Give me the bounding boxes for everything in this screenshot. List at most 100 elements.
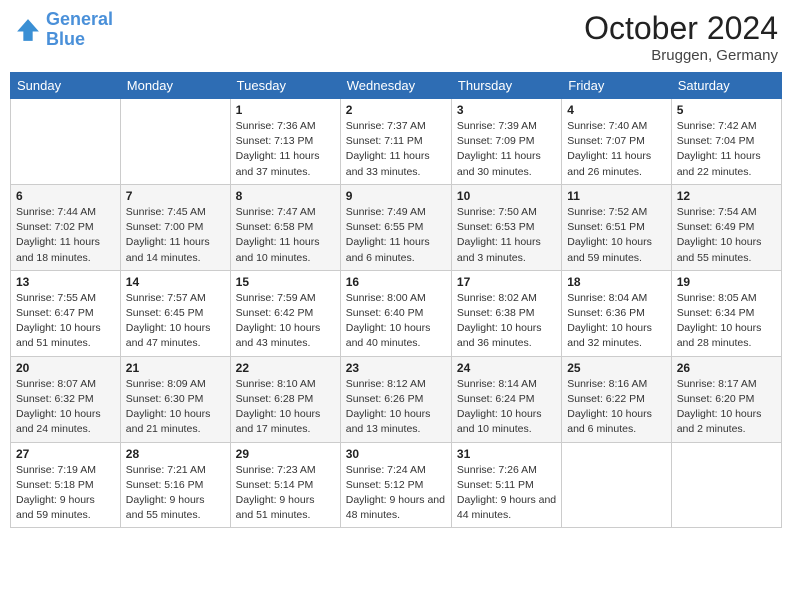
- day-number: 5: [677, 103, 776, 117]
- calendar-day-4: 4Sunrise: 7:40 AM Sunset: 7:07 PM Daylig…: [562, 99, 671, 185]
- day-number: 8: [236, 189, 335, 203]
- day-header-thursday: Thursday: [451, 73, 561, 99]
- day-info: Sunrise: 7:42 AM Sunset: 7:04 PM Dayligh…: [677, 119, 776, 180]
- calendar-day-30: 30Sunrise: 7:24 AM Sunset: 5:12 PM Dayli…: [340, 442, 451, 528]
- day-info: Sunrise: 8:07 AM Sunset: 6:32 PM Dayligh…: [16, 377, 115, 438]
- day-info: Sunrise: 8:14 AM Sunset: 6:24 PM Dayligh…: [457, 377, 556, 438]
- calendar-day-10: 10 Sunrise: 7:50 AM Sunset: 6:53 PM Dayli…: [451, 184, 561, 270]
- day-info: Sunrise: 7:45 AM Sunset: 7:00 PM Dayligh…: [126, 205, 225, 266]
- calendar-day-15: 15 Sunrise: 7:59 AM Sunset: 6:42 PM Dayli…: [230, 270, 340, 356]
- day-info: Sunrise: 7:37 AM Sunset: 7:11 PM Dayligh…: [346, 119, 446, 180]
- day-number: 20: [16, 361, 115, 375]
- page-header: General Blue October 2024 Bruggen, Germa…: [10, 10, 782, 64]
- day-number: 11: [567, 189, 665, 203]
- calendar-day-17: 17 Sunrise: 8:02 AM Sunset: 6:38 PM Dayli…: [451, 270, 561, 356]
- day-number: 14: [126, 275, 225, 289]
- calendar-day-24: 24 Sunrise: 8:14 AM Sunset: 6:24 PM Dayli…: [451, 356, 561, 442]
- day-number: 24: [457, 361, 556, 375]
- day-number: 28: [126, 447, 225, 461]
- empty-cell: [671, 442, 781, 528]
- calendar-week-3: 13 Sunrise: 7:55 AM Sunset: 6:47 PM Dayli…: [11, 270, 782, 356]
- day-number: 10: [457, 189, 556, 203]
- calendar-day-7: 7 Sunrise: 7:45 AM Sunset: 7:00 PM Daylig…: [120, 184, 230, 270]
- day-info: Sunrise: 7:21 AM Sunset: 5:16 PM Dayligh…: [126, 463, 225, 524]
- calendar-day-14: 14 Sunrise: 7:57 AM Sunset: 6:45 PM Dayli…: [120, 270, 230, 356]
- day-number: 19: [677, 275, 776, 289]
- calendar-day-12: 12Sunrise: 7:54 AM Sunset: 6:49 PM Dayli…: [671, 184, 781, 270]
- day-number: 3: [457, 103, 556, 117]
- calendar-day-8: 8 Sunrise: 7:47 AM Sunset: 6:58 PM Daylig…: [230, 184, 340, 270]
- calendar-day-6: 6Sunrise: 7:44 AM Sunset: 7:02 PM Daylig…: [11, 184, 121, 270]
- calendar-week-5: 27 Sunrise: 7:19 AM Sunset: 5:18 PM Dayli…: [11, 442, 782, 528]
- day-header-sunday: Sunday: [11, 73, 121, 99]
- day-number: 29: [236, 447, 335, 461]
- calendar-day-25: 25Sunrise: 8:16 AM Sunset: 6:22 PM Dayli…: [562, 356, 671, 442]
- logo-text: General Blue: [46, 10, 113, 50]
- month-title: October 2024 Bruggen, Germany: [584, 10, 778, 64]
- logo-icon: [14, 16, 42, 44]
- calendar-week-2: 6Sunrise: 7:44 AM Sunset: 7:02 PM Daylig…: [11, 184, 782, 270]
- calendar-week-4: 20 Sunrise: 8:07 AM Sunset: 6:32 PM Dayli…: [11, 356, 782, 442]
- day-number: 25: [567, 361, 665, 375]
- day-info: Sunrise: 7:19 AM Sunset: 5:18 PM Dayligh…: [16, 463, 115, 524]
- calendar-day-1: 1 Sunrise: 7:36 AM Sunset: 7:13 PM Daylig…: [230, 99, 340, 185]
- calendar-day-22: 22Sunrise: 8:10 AM Sunset: 6:28 PM Dayli…: [230, 356, 340, 442]
- day-number: 13: [16, 275, 115, 289]
- calendar-day-9: 9 Sunrise: 7:49 AM Sunset: 6:55 PM Daylig…: [340, 184, 451, 270]
- day-number: 17: [457, 275, 556, 289]
- day-number: 30: [346, 447, 446, 461]
- calendar-day-21: 21Sunrise: 8:09 AM Sunset: 6:30 PM Dayli…: [120, 356, 230, 442]
- day-number: 18: [567, 275, 665, 289]
- day-header-friday: Friday: [562, 73, 671, 99]
- calendar-day-3: 3 Sunrise: 7:39 AM Sunset: 7:09 PM Daylig…: [451, 99, 561, 185]
- calendar-day-23: 23Sunrise: 8:12 AM Sunset: 6:26 PM Dayli…: [340, 356, 451, 442]
- day-info: Sunrise: 7:47 AM Sunset: 6:58 PM Dayligh…: [236, 205, 335, 266]
- day-info: Sunrise: 8:17 AM Sunset: 6:20 PM Dayligh…: [677, 377, 776, 438]
- day-header-monday: Monday: [120, 73, 230, 99]
- day-number: 1: [236, 103, 335, 117]
- calendar-week-1: 1 Sunrise: 7:36 AM Sunset: 7:13 PM Daylig…: [11, 99, 782, 185]
- day-info: Sunrise: 8:05 AM Sunset: 6:34 PM Dayligh…: [677, 291, 776, 352]
- day-number: 27: [16, 447, 115, 461]
- day-number: 15: [236, 275, 335, 289]
- day-header-wednesday: Wednesday: [340, 73, 451, 99]
- calendar-day-20: 20 Sunrise: 8:07 AM Sunset: 6:32 PM Dayli…: [11, 356, 121, 442]
- day-info: Sunrise: 7:49 AM Sunset: 6:55 PM Dayligh…: [346, 205, 446, 266]
- day-header-saturday: Saturday: [671, 73, 781, 99]
- day-info: Sunrise: 8:04 AM Sunset: 6:36 PM Dayligh…: [567, 291, 665, 352]
- day-info: Sunrise: 7:23 AM Sunset: 5:14 PM Dayligh…: [236, 463, 335, 524]
- calendar-day-26: 26 Sunrise: 8:17 AM Sunset: 6:20 PM Dayli…: [671, 356, 781, 442]
- day-number: 2: [346, 103, 446, 117]
- day-info: Sunrise: 8:02 AM Sunset: 6:38 PM Dayligh…: [457, 291, 556, 352]
- logo: General Blue: [14, 10, 113, 50]
- empty-cell: [11, 99, 121, 185]
- day-info: Sunrise: 7:44 AM Sunset: 7:02 PM Dayligh…: [16, 205, 115, 266]
- day-info: Sunrise: 7:36 AM Sunset: 7:13 PM Dayligh…: [236, 119, 335, 180]
- calendar-header-row: SundayMondayTuesdayWednesdayThursdayFrid…: [11, 73, 782, 99]
- day-info: Sunrise: 7:26 AM Sunset: 5:11 PM Dayligh…: [457, 463, 556, 524]
- day-info: Sunrise: 7:59 AM Sunset: 6:42 PM Dayligh…: [236, 291, 335, 352]
- day-number: 22: [236, 361, 335, 375]
- calendar-day-11: 11 Sunrise: 7:52 AM Sunset: 6:51 PM Dayli…: [562, 184, 671, 270]
- calendar-day-27: 27 Sunrise: 7:19 AM Sunset: 5:18 PM Dayli…: [11, 442, 121, 528]
- calendar-day-13: 13 Sunrise: 7:55 AM Sunset: 6:47 PM Dayli…: [11, 270, 121, 356]
- day-info: Sunrise: 8:00 AM Sunset: 6:40 PM Dayligh…: [346, 291, 446, 352]
- calendar-day-5: 5 Sunrise: 7:42 AM Sunset: 7:04 PM Daylig…: [671, 99, 781, 185]
- logo-line2: Blue: [46, 29, 85, 49]
- day-info: Sunrise: 7:50 AM Sunset: 6:53 PM Dayligh…: [457, 205, 556, 266]
- month-year: October 2024: [584, 10, 778, 47]
- day-info: Sunrise: 7:57 AM Sunset: 6:45 PM Dayligh…: [126, 291, 225, 352]
- calendar-day-18: 18 Sunrise: 8:04 AM Sunset: 6:36 PM Dayli…: [562, 270, 671, 356]
- day-number: 7: [126, 189, 225, 203]
- day-info: Sunrise: 7:39 AM Sunset: 7:09 PM Dayligh…: [457, 119, 556, 180]
- calendar-table: SundayMondayTuesdayWednesdayThursdayFrid…: [10, 72, 782, 528]
- day-info: Sunrise: 7:52 AM Sunset: 6:51 PM Dayligh…: [567, 205, 665, 266]
- day-number: 9: [346, 189, 446, 203]
- day-info: Sunrise: 7:55 AM Sunset: 6:47 PM Dayligh…: [16, 291, 115, 352]
- day-number: 21: [126, 361, 225, 375]
- day-number: 31: [457, 447, 556, 461]
- day-number: 16: [346, 275, 446, 289]
- day-header-tuesday: Tuesday: [230, 73, 340, 99]
- day-number: 26: [677, 361, 776, 375]
- day-info: Sunrise: 8:12 AM Sunset: 6:26 PM Dayligh…: [346, 377, 446, 438]
